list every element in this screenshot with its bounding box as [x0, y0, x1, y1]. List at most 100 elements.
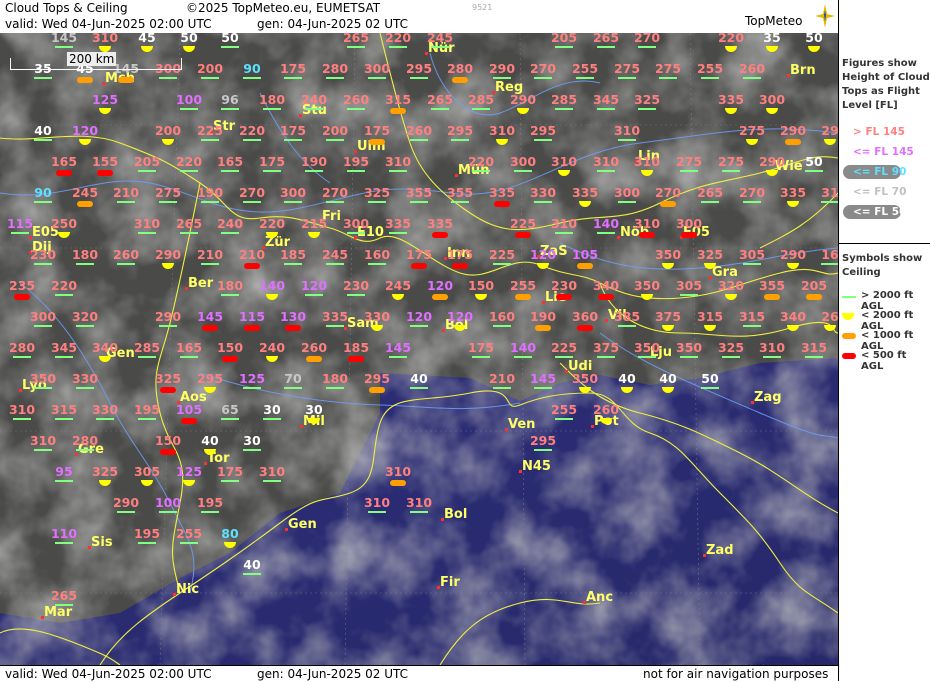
flight-level-value: 255 [551, 402, 577, 417]
satellite-map[interactable]: NürBrnMchRegStuStrUlmLinWieMünFriE10E05E… [0, 33, 838, 665]
flight-level-value: 310 [634, 216, 660, 231]
flight-level-value: 35 [763, 33, 780, 45]
legend-ceiling-symbol [842, 296, 856, 298]
ceiling-symbol [743, 201, 761, 203]
flight-level-value: 120 [72, 123, 98, 138]
flight-level-value: 220 [468, 154, 494, 169]
ceiling-symbol [180, 232, 198, 234]
flight-level-value: 335 [718, 92, 744, 107]
ceiling-symbol [555, 46, 573, 48]
flight-level-value: 330 [92, 402, 118, 417]
flight-level-value: 290 [113, 495, 139, 510]
flight-level-value: 50 [180, 33, 198, 45]
flight-level-value: 265 [593, 33, 619, 45]
ceiling-symbol [55, 604, 73, 606]
ceiling-symbol [159, 201, 177, 203]
ceiling-symbol [534, 139, 552, 141]
flight-level-value: 210 [197, 247, 223, 262]
ceiling-symbol [326, 263, 344, 265]
ceiling-symbol [515, 294, 531, 300]
ceiling-symbol [201, 201, 219, 203]
ceiling-symbol [34, 139, 52, 141]
flight-level-value: 290 [759, 154, 785, 169]
flight-level-value: 300 [280, 185, 306, 200]
flight-level-value: 250 [51, 216, 77, 231]
flight-level-value: 355 [447, 185, 473, 200]
flight-level-value: 350 [30, 371, 56, 386]
ceiling-symbol [180, 356, 198, 358]
ceiling-symbol [681, 232, 697, 238]
flight-level-value: 215 [301, 216, 327, 231]
ceiling-symbol [369, 387, 385, 393]
flight-level-value: 175 [364, 123, 390, 138]
flight-level-value: 120 [427, 278, 453, 293]
flight-level-value: 245 [72, 185, 98, 200]
ceiling-symbol [556, 294, 572, 300]
flight-level-value: 290 [155, 309, 181, 324]
flight-level-value: 80 [221, 526, 239, 541]
ceiling-symbol [743, 77, 761, 79]
flight-level-value: 105 [176, 402, 202, 417]
ceiling-symbol [76, 325, 94, 327]
flight-level-value: 310 [385, 154, 411, 169]
ceiling-symbol [452, 263, 468, 269]
flight-level-value: 310 [259, 464, 285, 479]
flight-level-value: 295 [197, 371, 223, 386]
flight-level-value: 275 [718, 154, 744, 169]
flight-level-value: 180 [259, 92, 285, 107]
ceiling-symbol [389, 46, 407, 48]
flight-level-value: 270 [634, 33, 660, 45]
flight-level-value: 315 [697, 309, 723, 324]
ceiling-symbol [347, 108, 365, 110]
flight-level-value: 31 [821, 185, 838, 200]
flight-level-value: 150 [217, 340, 243, 355]
ceiling-symbol [348, 356, 364, 362]
ceiling-symbol [555, 232, 573, 234]
flight-level-value: 50 [221, 33, 239, 45]
flight-level-value: 40 [618, 371, 636, 386]
flight-level-value: 145 [197, 309, 223, 324]
flight-level-value: 160 [364, 247, 390, 262]
ceiling-symbol [263, 418, 281, 420]
city-label: Zad [706, 543, 734, 558]
flight-level-value: 300 [676, 216, 702, 231]
ceiling-symbol [638, 46, 656, 48]
ceiling-symbol [180, 170, 198, 172]
flight-level-value: 145 [530, 371, 556, 386]
flight-level-value: 260 [113, 247, 139, 262]
flight-level-value: 95 [55, 464, 72, 479]
ceiling-symbol [55, 356, 73, 358]
flight-level-value: 220 [259, 216, 285, 231]
flight-level-value: 225 [489, 247, 515, 262]
ceiling-symbol [618, 139, 636, 141]
ceiling-symbol [221, 170, 239, 172]
flight-level-value: 185 [343, 340, 369, 355]
flight-level-value: 65 [221, 402, 238, 417]
footer-generated-time: gen: 04-Jun-2025 02 UTC [257, 667, 409, 681]
ceiling-symbol [493, 387, 511, 389]
ceiling-symbol [597, 170, 615, 172]
flight-level-value: 280 [9, 340, 35, 355]
flight-level-value: 265 [427, 92, 453, 107]
map-header: Cloud Tops & Ceiling ©2025 TopMeteo.eu, … [0, 0, 838, 33]
ceiling-symbol [263, 170, 281, 172]
flight-level-value: 230 [551, 278, 577, 293]
ceiling-symbol [763, 356, 781, 358]
ceiling-symbol [284, 263, 302, 265]
flight-level-value: 145 [385, 340, 411, 355]
ceiling-symbol [96, 418, 114, 420]
flight-level-value: 325 [92, 464, 118, 479]
flight-level-value: 260 [406, 123, 432, 138]
ceiling-symbol [555, 418, 573, 420]
flight-level-value: 175 [406, 247, 432, 262]
ceiling-symbol [117, 263, 135, 265]
ceiling-symbol [368, 77, 386, 79]
ceiling-symbol [118, 77, 134, 83]
flight-level-value: 165 [51, 154, 77, 169]
ceiling-symbol [451, 201, 469, 203]
flight-level-value: 150 [468, 278, 494, 293]
flight-level-value: 350 [634, 278, 660, 293]
ceiling-symbol [432, 232, 448, 238]
flight-level-value: 225 [197, 123, 223, 138]
legend-ceiling-symbol [842, 333, 856, 339]
